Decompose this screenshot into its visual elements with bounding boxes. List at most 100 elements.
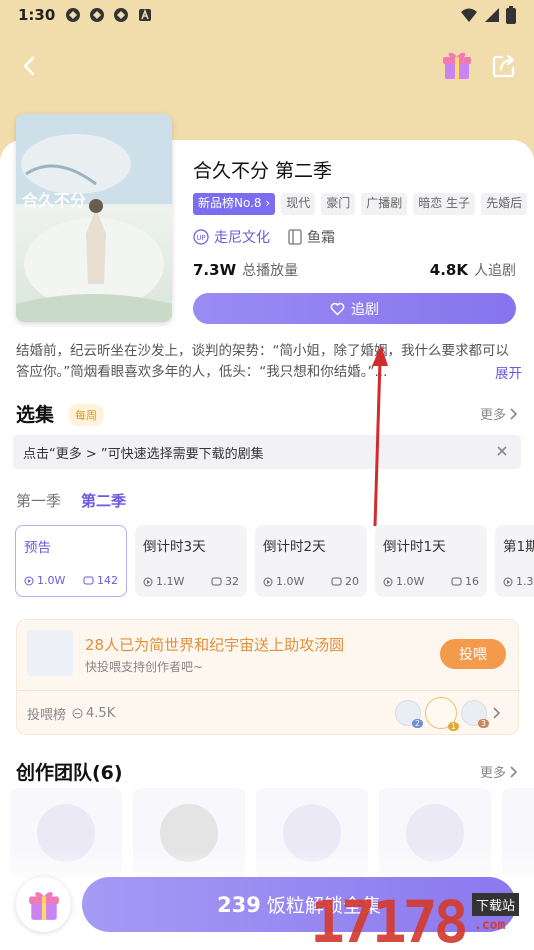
book-icon [288, 229, 302, 245]
follow-button[interactable]: 追剧 [193, 293, 516, 324]
avatar: 1 [425, 697, 459, 731]
team-more-link[interactable]: 更多 [480, 762, 518, 781]
tag-item[interactable]: 豪门 [321, 193, 356, 215]
feed-box: 28人已为简世界和纪宇宙送上助攻汤圆 快投喂支持创作者吧~ 投喂 投喂榜 4.5… [16, 619, 520, 735]
more-label: 更多 [480, 766, 507, 781]
rank-tag-label: 新品榜No.8 [198, 196, 262, 210]
download-tip: 点击“更多 > ”可快速选择需要下载的剧集 [13, 435, 521, 469]
close-icon[interactable] [495, 444, 509, 458]
watermark-digits: 17178 [310, 888, 469, 950]
watermark-label: 下载站 [472, 893, 520, 916]
status-time: 1:30 [18, 6, 56, 24]
episode-card[interactable]: 倒计时3天 1.1W 32 [135, 525, 247, 597]
episode-plays: 1.3W [503, 575, 534, 588]
synopsis-text: 结婚前，纪云昕坐在沙发上，谈判的架势：“简小姐，除了婚姻，我什么要求都可以答应你… [16, 343, 509, 380]
follow-button-label: 追剧 [351, 301, 379, 318]
play-count-icon [24, 576, 34, 585]
a-notification-icon [139, 8, 152, 21]
stats-row: 7.3W 总播放量 4.8K 人追剧 [193, 260, 516, 280]
app-notification-icon-2 [90, 8, 105, 22]
feed-message: 28人已为简世界和纪宇宙送上助攻汤圆 [85, 636, 345, 654]
feed-rank-value: 4.5K [72, 706, 115, 721]
cover-art: 合久不分 [16, 114, 172, 322]
episode-comments: 16 [451, 575, 479, 588]
avatar: 3 [461, 700, 489, 728]
writer-name: 鱼霜 [307, 230, 335, 246]
tag-item[interactable]: 广播剧 [361, 193, 408, 215]
signal-icon [485, 8, 499, 22]
feed-subtext: 快投喂支持创作者吧~ [85, 660, 204, 674]
status-bar: 1:30 [0, 0, 534, 30]
unlock-price: 239 [217, 892, 261, 917]
episode-plays: 1.0W [263, 575, 304, 588]
play-count-icon [263, 577, 273, 586]
episode-card[interactable]: 倒计时1天 1.0W 16 [375, 525, 487, 597]
comment-icon [331, 577, 342, 585]
gift-button[interactable] [16, 877, 71, 932]
episodes-more-link[interactable]: 更多 [480, 404, 518, 423]
supporter-avatars[interactable]: 2 1 3 [395, 697, 501, 731]
comment-icon [83, 576, 94, 584]
back-arrow-icon[interactable] [16, 52, 44, 80]
episode-comments: 142 [83, 574, 118, 587]
play-count-icon [503, 577, 513, 586]
episode-name: 倒计时3天 [143, 539, 206, 555]
episode-comments: 20 [331, 575, 359, 588]
episode-plays: 1.0W [24, 574, 65, 587]
tag-item[interactable]: 暗恋 生子 [413, 193, 476, 215]
plays-stat: 7.3W 总播放量 [193, 261, 299, 279]
tip-text: 点击“更多 > ”可快速选择需要下载的剧集 [23, 446, 264, 462]
top-nav [0, 48, 534, 84]
chevron-right-icon [510, 765, 518, 778]
episode-card[interactable]: 预告 1.0W 142 [15, 525, 127, 597]
drama-title: 合久不分 第二季 [193, 160, 333, 182]
play-count-icon [383, 577, 393, 586]
feed-divider [17, 690, 520, 691]
tab-season-2[interactable]: 第二季 [81, 490, 126, 511]
app-notification-icon-3 [114, 8, 129, 22]
comment-icon [451, 577, 462, 585]
app-notification-icon [66, 8, 81, 22]
feed-rank-label: 投喂榜 [27, 708, 67, 723]
avatar: 2 [395, 700, 423, 728]
schedule-badge: 每周 [68, 404, 104, 426]
gift-icon[interactable] [440, 48, 474, 82]
comment-icon [211, 577, 222, 585]
episode-card[interactable]: 倒计时2天 1.0W 20 [255, 525, 367, 597]
episode-name: 第1期 [503, 539, 534, 555]
writer-link[interactable]: 鱼霜 [288, 227, 335, 247]
episode-comments: 32 [211, 575, 239, 588]
rank-tag[interactable]: 新品榜No.8 › [193, 193, 276, 215]
studio-link[interactable]: UP 走尼文化 [193, 227, 270, 247]
episode-card[interactable]: 第1期 1.3W [495, 525, 534, 597]
tag-item[interactable]: 现代 [281, 193, 316, 215]
up-badge-icon: UP [193, 229, 209, 245]
follows-stat: 4.8K 人追剧 [429, 261, 516, 279]
svg-text:合久不分: 合久不分 [22, 191, 86, 210]
watermark-domain: .com [474, 918, 506, 933]
tab-season-1[interactable]: 第一季 [16, 490, 61, 511]
gift-icon [28, 891, 59, 920]
tag-item[interactable]: 先婚后 [481, 193, 528, 215]
wifi-icon [461, 8, 477, 22]
heart-icon [330, 302, 345, 315]
episode-name: 预告 [24, 540, 51, 556]
svg-text:UP: UP [196, 234, 205, 242]
author-row: UP 走尼文化 鱼霜 [193, 227, 335, 247]
episode-plays: 1.1W [143, 575, 184, 588]
episode-name: 倒计时1天 [383, 539, 446, 555]
feed-button[interactable]: 投喂 [440, 639, 506, 669]
episode-plays: 1.0W [383, 575, 424, 588]
chevron-right-icon [493, 707, 501, 719]
play-count-icon [143, 577, 153, 586]
share-icon[interactable] [490, 52, 518, 80]
coin-icon [72, 708, 83, 719]
feed-rank-row[interactable]: 投喂榜 4.5K [27, 704, 115, 723]
expand-link[interactable]: 展开 [491, 362, 522, 382]
episodes-title: 选集 [16, 404, 55, 426]
drama-cover[interactable]: 合久不分 [16, 114, 172, 322]
tag-list: 新品榜No.8 › 现代 豪门 广播剧 暗恋 生子 先婚后 [193, 193, 534, 215]
more-label: 更多 [480, 408, 507, 423]
feed-thumbnail [27, 630, 73, 676]
battery-icon [506, 6, 516, 24]
